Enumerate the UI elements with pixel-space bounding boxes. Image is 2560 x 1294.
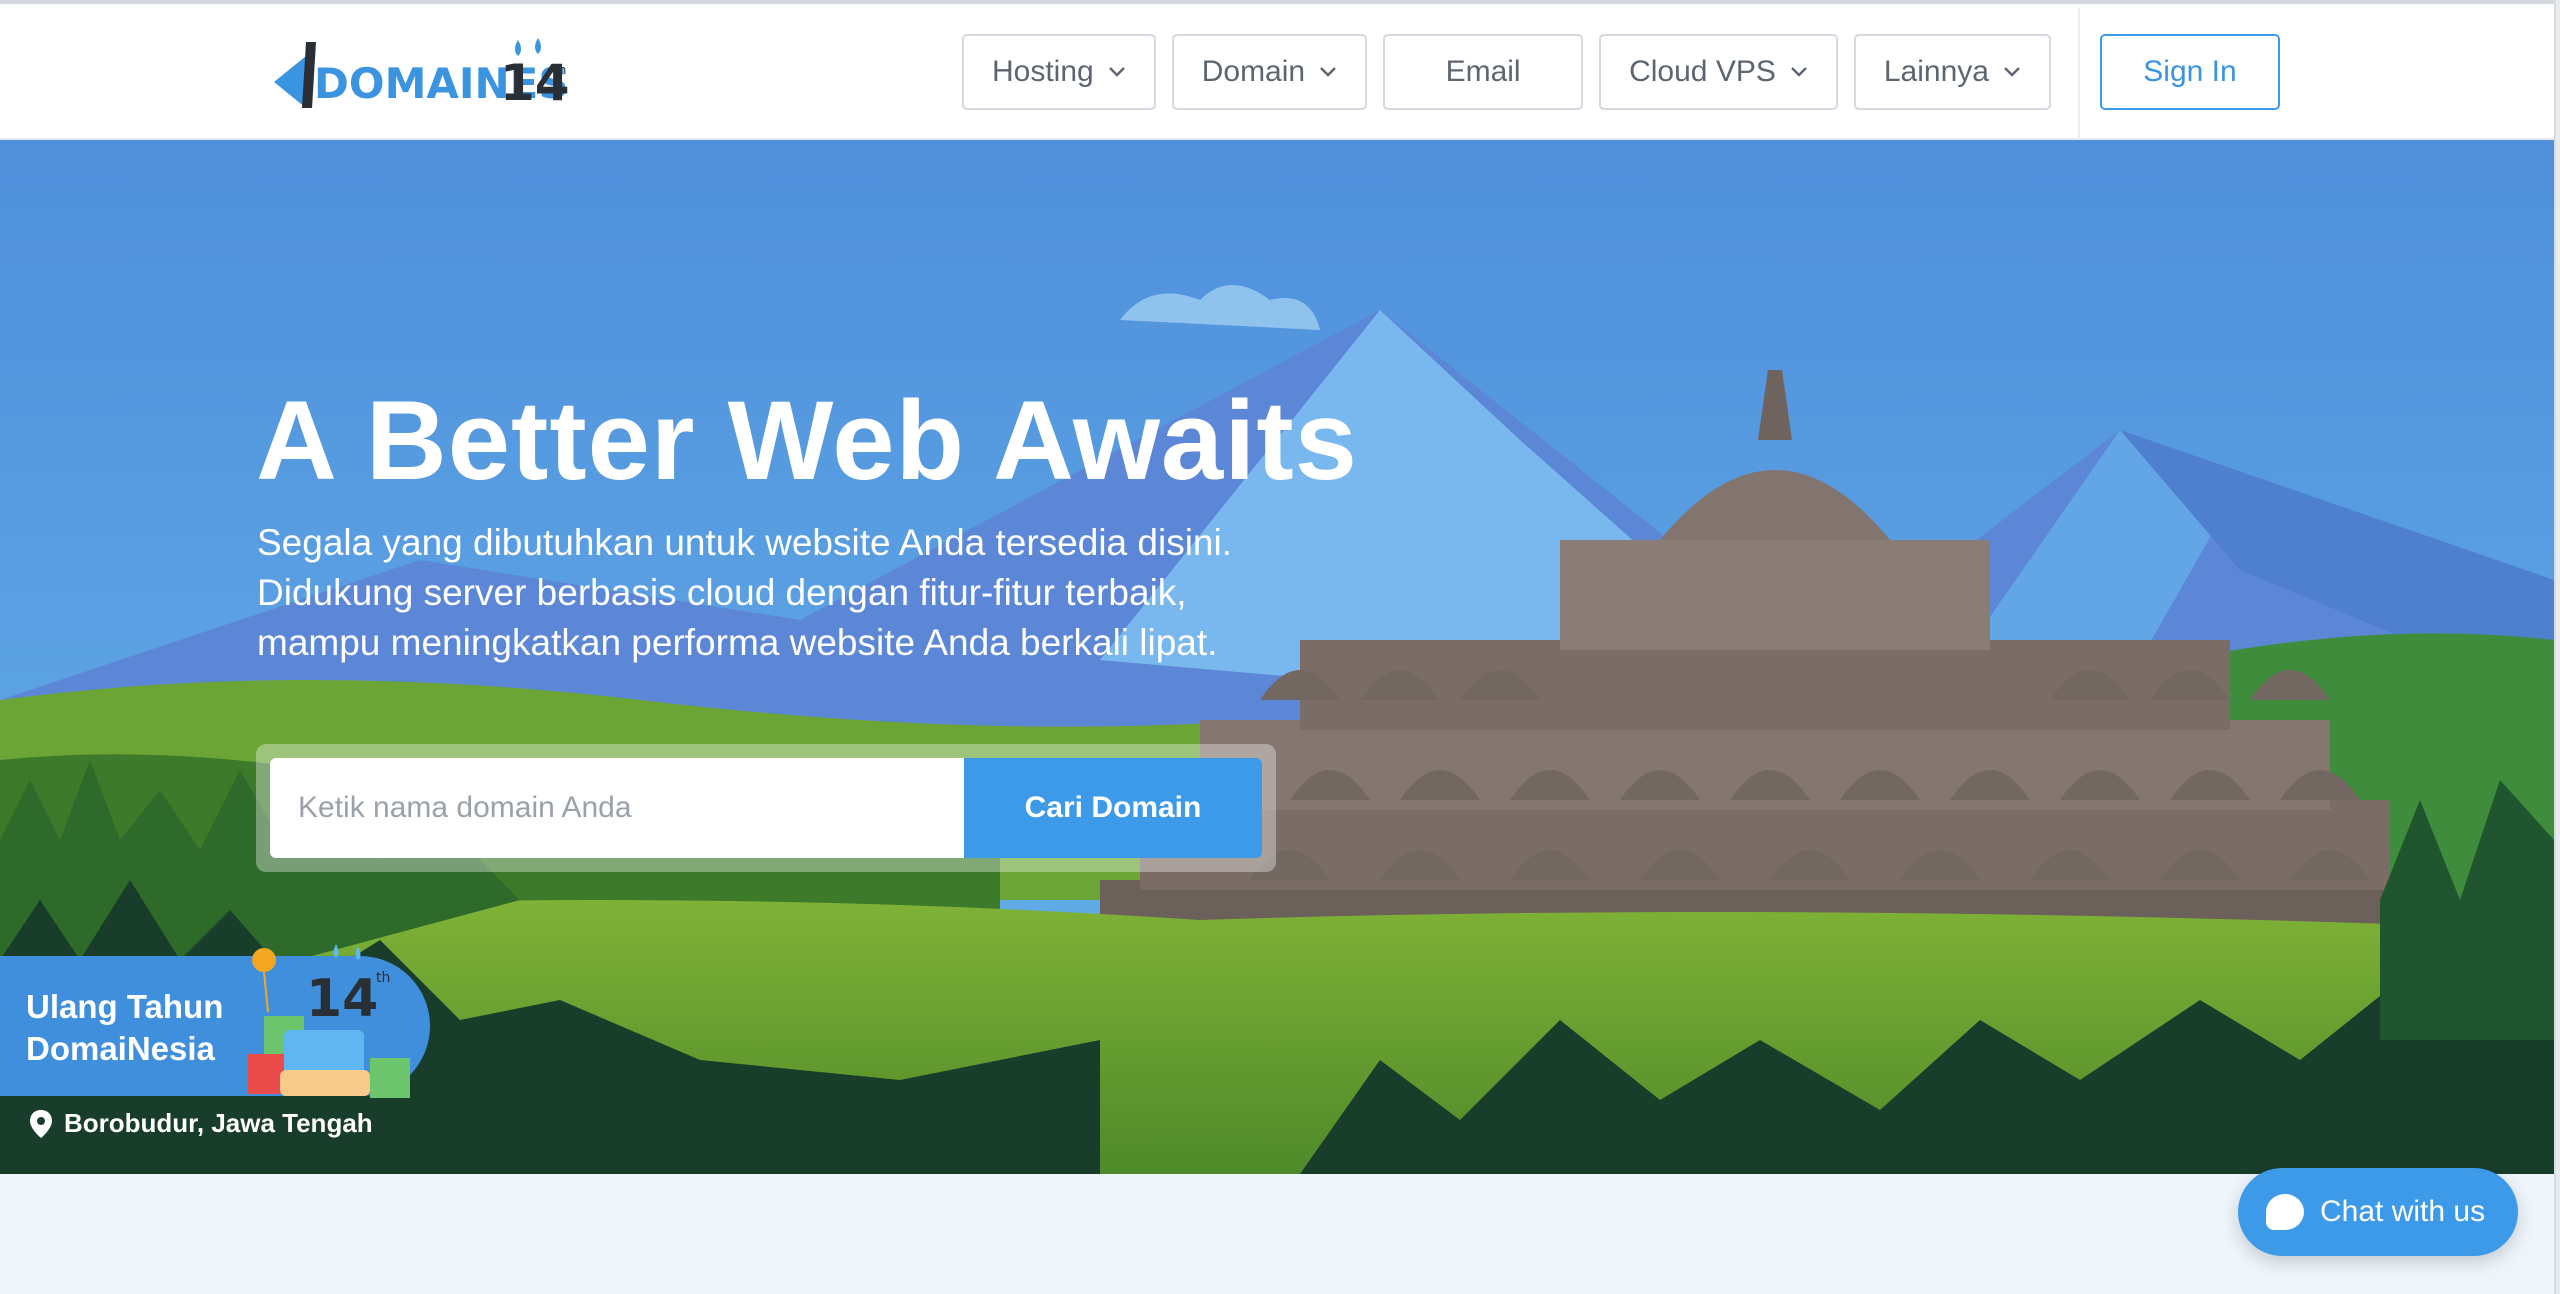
sign-in-button[interactable]: Sign In <box>2100 34 2280 110</box>
main-nav: Hosting Domain Email Cloud VPS Lainnya <box>962 34 2051 110</box>
site-header: DOMAINESIA 14 th Hosting Domain Email Cl… <box>0 4 2554 140</box>
hero-subtitle-line: Segala yang dibutuhkan untuk website And… <box>257 522 1233 563</box>
anniversary-line: Ulang Tahun <box>26 988 224 1025</box>
hero-title: A Better Web Awaits <box>256 378 1358 503</box>
hero-subtitle: Segala yang dibutuhkan untuk website And… <box>257 518 1377 668</box>
anniversary-suffix: th <box>376 970 390 986</box>
nav-domain-label: Domain <box>1201 55 1306 88</box>
anniversary-text: Ulang Tahun DomaiNesia <box>26 986 223 1070</box>
domain-search-input[interactable] <box>270 758 964 858</box>
chevron-down-icon <box>1790 67 1807 77</box>
nav-divider <box>2078 8 2080 140</box>
anniversary-number: 14 <box>306 969 378 1029</box>
chevron-down-icon <box>1108 67 1125 77</box>
domainesia-logo[interactable]: DOMAINESIA 14 th <box>272 34 572 118</box>
map-pin-icon <box>30 1109 52 1138</box>
nav-hosting-button[interactable]: Hosting <box>962 34 1156 110</box>
nav-lainnya-label: Lainnya <box>1883 55 1989 88</box>
nav-email-button[interactable]: Email <box>1383 34 1584 110</box>
search-domain-button[interactable]: Cari Domain <box>964 758 1262 858</box>
nav-cloud-vps-label: Cloud VPS <box>1629 55 1776 88</box>
logo-suffix: th <box>554 63 566 77</box>
location-caption: Borobudur, Jawa Tengah <box>30 1108 373 1139</box>
chat-label: Chat with us <box>2320 1195 2486 1228</box>
birthday-cake-icon: 14 th <box>248 944 410 1098</box>
chevron-down-icon <box>1320 67 1336 77</box>
nav-domain-button[interactable]: Domain <box>1171 34 1368 110</box>
chat-with-us-button[interactable]: Chat with us <box>2238 1168 2518 1256</box>
anniversary-line: DomaiNesia <box>26 1030 215 1067</box>
location-label: Borobudur, Jawa Tengah <box>64 1108 373 1138</box>
nav-email-label: Email <box>1445 55 1521 88</box>
anniversary-banner[interactable]: Ulang Tahun DomaiNesia 14 th <box>0 944 430 1098</box>
below-hero-section <box>0 1174 2554 1294</box>
hero-subtitle-line: Didukung server berbasis cloud dengan fi… <box>257 572 1187 613</box>
nav-lainnya-button[interactable]: Lainnya <box>1853 34 2051 110</box>
domain-search-bar: Cari Domain <box>256 744 1276 872</box>
chat-bubble-icon <box>2266 1194 2304 1230</box>
hero-subtitle-line: mampu meningkatkan performa website Anda… <box>257 622 1218 663</box>
chevron-down-icon <box>2004 67 2020 77</box>
scrollbar-track[interactable] <box>2554 0 2560 1294</box>
nav-cloud-vps-button[interactable]: Cloud VPS <box>1599 34 1838 110</box>
nav-hosting-label: Hosting <box>992 55 1094 88</box>
hero-section: A Better Web Awaits Segala yang dibutuhk… <box>0 140 2554 1174</box>
